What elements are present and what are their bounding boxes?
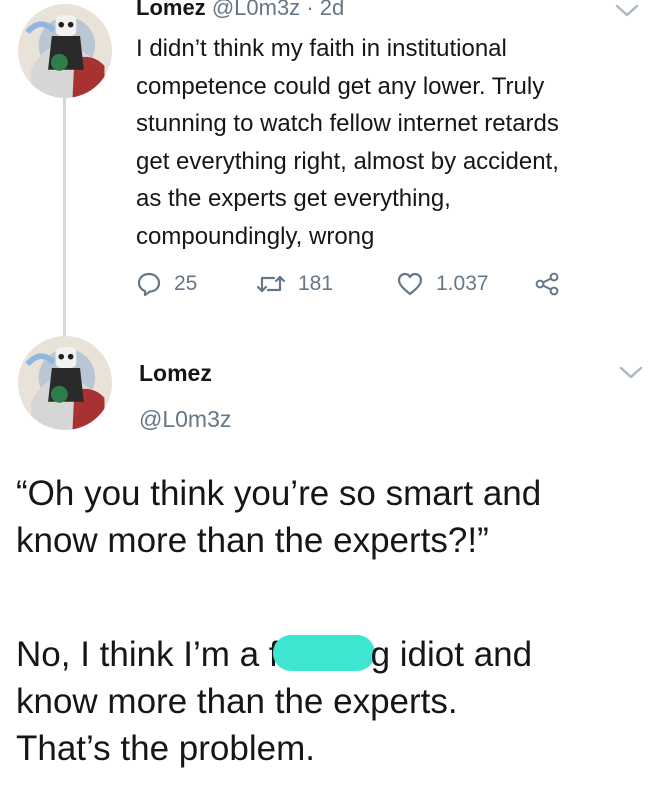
tweet-text-line: I didn’t think my faith in institutional <box>136 35 507 62</box>
like-button[interactable]: 1.037 <box>396 271 534 297</box>
share-icon <box>534 271 560 297</box>
tweet-text-line: get everything right, almost by accident… <box>136 147 559 175</box>
tweet-text-line: No, I think I’m a f g idiot and <box>16 631 646 678</box>
tweet-text-fragment: No, I think I’m a f <box>16 635 279 674</box>
censor-mark <box>272 635 375 671</box>
retweet-button[interactable]: 181 <box>256 271 396 297</box>
tweet-text: “Oh you think you’re so smart and know m… <box>16 470 646 772</box>
avatar[interactable] <box>18 4 112 98</box>
reply-count: 25 <box>174 272 198 295</box>
tweet-text-line: competence could get any lower. Truly <box>136 72 545 100</box>
like-icon <box>396 271 424 297</box>
tweet-text-line: as the experts get everything, <box>136 185 451 212</box>
tweet-text-fragment: g idiot and <box>370 635 533 674</box>
chevron-down-icon[interactable] <box>614 2 640 20</box>
tweet-text-line: “Oh you think you’re so smart and <box>16 474 542 513</box>
tweet-text-line: know more than the experts. <box>16 682 458 721</box>
avatar[interactable] <box>18 336 112 430</box>
author-handle[interactable]: @L0m3z <box>139 404 231 434</box>
author-name[interactable]: Lomez <box>136 0 206 20</box>
retweet-count: 181 <box>298 272 334 295</box>
like-count: 1.037 <box>436 272 489 295</box>
reply-icon <box>136 271 162 297</box>
chevron-down-icon[interactable] <box>618 364 644 382</box>
reply-button[interactable]: 25 <box>136 271 256 297</box>
author-handle[interactable]: @L0m3z <box>212 0 300 20</box>
retweet-icon <box>256 271 286 297</box>
tweet-text-line: know more than the experts?!” <box>16 521 489 560</box>
author-name[interactable]: Lomez <box>139 358 212 388</box>
thread-connector-line <box>63 95 66 345</box>
tweet-text-line: stunning to watch fellow internet retard… <box>136 110 559 137</box>
tweet-text-line: That’s the problem. <box>16 729 315 768</box>
tweet-action-bar: 25 181 1.037 <box>136 268 560 300</box>
share-button[interactable] <box>534 271 560 297</box>
header-separator: · <box>306 0 314 20</box>
tweet-header: Lomez @L0m3z · 2d <box>136 0 344 22</box>
tweet-text-line: compoundingly, wrong <box>136 222 375 250</box>
tweet-text: I didn’t think my faith in institutional… <box>136 30 646 255</box>
tweet-timestamp[interactable]: 2d <box>320 0 344 20</box>
